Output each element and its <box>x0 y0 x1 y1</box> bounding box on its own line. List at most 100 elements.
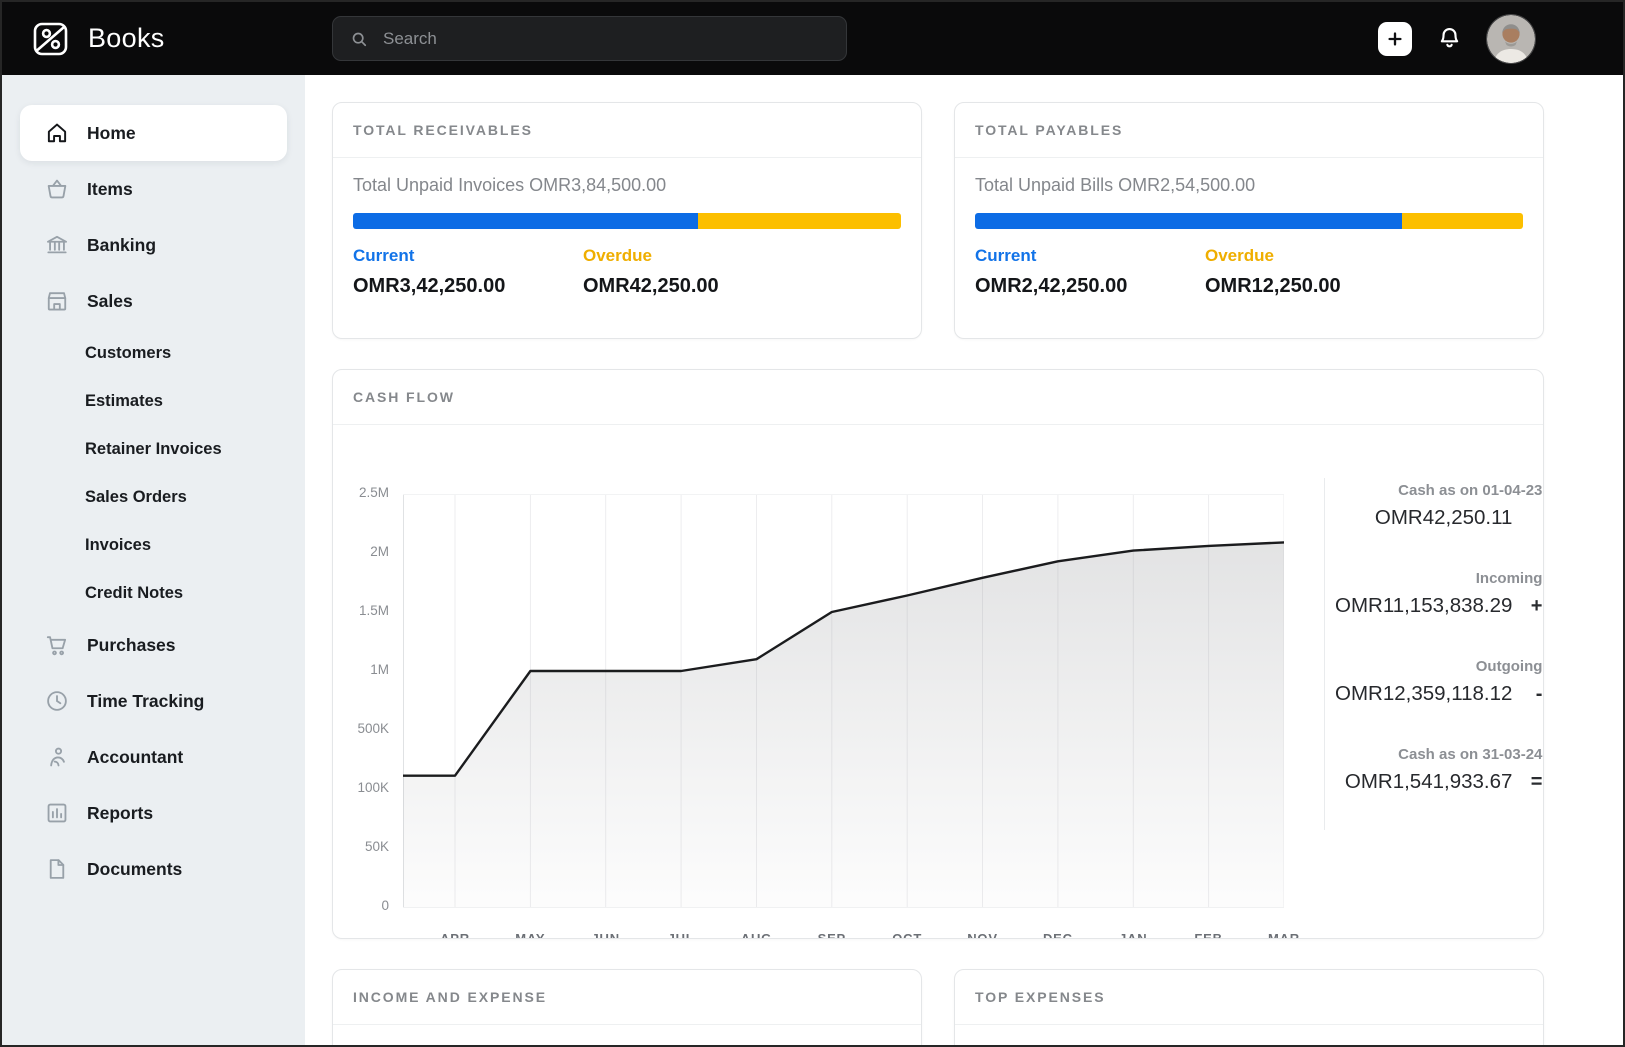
x-axis-month-label: FEB <box>1194 931 1223 939</box>
sidebar-item-retainer-invoices[interactable]: Retainer Invoices <box>20 425 287 473</box>
current-label: Current <box>353 246 415 265</box>
current-bar-segment <box>975 213 1403 229</box>
card-header: INCOME AND EXPENSE <box>333 970 921 1025</box>
payables-progress-bar <box>975 213 1523 229</box>
cart-icon <box>44 632 70 658</box>
sidebar-item-label: Sales <box>87 290 133 311</box>
sidebar-item-sales[interactable]: Sales <box>20 273 287 329</box>
summary-label: Cash as on 01-04-23 <box>1398 482 1543 499</box>
reports-icon <box>44 800 70 826</box>
sidebar-item-label: Credit Notes <box>85 583 184 602</box>
sidebar-item-label: Estimates <box>85 391 163 410</box>
sidebar-item-credit-notes[interactable]: Credit Notes <box>20 569 287 617</box>
sidebar-item-label: Sales Orders <box>85 487 187 506</box>
sidebar-item-label: Items <box>87 178 133 199</box>
user-avatar[interactable] <box>1487 14 1535 63</box>
summary-sign: - <box>1535 683 1543 705</box>
summary-value-row: OMR11,153,838.29 + <box>1335 594 1542 618</box>
sidebar-item-label: Invoices <box>85 535 152 554</box>
cashflow-title: CASH FLOW <box>353 389 455 405</box>
summary-sign: = <box>1530 771 1543 793</box>
sidebar-item-banking[interactable]: Banking <box>20 217 287 273</box>
x-axis-month-label: NOV <box>967 931 998 939</box>
sidebar-item-label: Home <box>87 122 136 143</box>
sidebar-item-documents[interactable]: Documents <box>20 841 287 897</box>
y-tick-label: 0 <box>381 898 389 913</box>
cashflow-summary-item: Outgoing OMR12,359,118.12- <box>1335 658 1542 706</box>
sidebar-item-home[interactable]: Home <box>20 105 287 161</box>
sidebar-nav: Home Items Banking Sales Customers Estimates R… <box>20 105 287 897</box>
card-header: TOTAL RECEIVABLES <box>333 103 921 158</box>
sidebar-item-label: Accountant <box>87 746 184 767</box>
sidebar-item-customers[interactable]: Customers <box>20 329 287 377</box>
sidebar-item-estimates[interactable]: Estimates <box>20 377 287 425</box>
payables-subtitle: Total Unpaid Bills OMR2,54,500.00 <box>975 175 1256 195</box>
search-box[interactable] <box>332 16 847 61</box>
sidebar-item-label: Reports <box>87 802 154 823</box>
cashflow-summary-item: Cash as on 31-03-24 OMR1,541,933.67 = <box>1345 746 1543 794</box>
cashflow-summary: Cash as on 01-04-23 OMR42,250.11 Incoming O… <box>1324 478 1543 830</box>
sidebar-item-label: Customers <box>85 343 172 362</box>
cashflow-chart-svg <box>401 494 1286 908</box>
y-tick-label: 2M <box>370 544 389 559</box>
x-axis-month-label: AUG <box>740 931 773 939</box>
search-icon <box>352 32 367 46</box>
topbar-actions <box>1378 14 1535 63</box>
overdue-amount: OMR12,250.00 <box>1205 275 1341 297</box>
overdue-label: Overdue <box>1205 246 1274 265</box>
summary-value: OMR1,541,933.67 <box>1344 770 1513 793</box>
overdue-bar-segment <box>1402 213 1523 229</box>
summary-cards-row: TOTAL RECEIVABLES Total Unpaid Invoices … <box>332 102 1544 339</box>
y-tick-label: 50K <box>364 839 389 854</box>
main-panel: TOTAL RECEIVABLES Total Unpaid Invoices … <box>305 75 1623 1045</box>
bottom-cards-row: INCOME AND EXPENSE TOP EXPENSES <box>332 969 1544 1045</box>
receivables-body: Total Unpaid Invoices OMR3,84,500.00 Cur… <box>333 158 921 315</box>
receivables-stats: Current OMR3,42,250.00 Overdue OMR42,250… <box>353 246 901 298</box>
sidebar-item-items[interactable]: Items <box>20 161 287 217</box>
y-tick-label: 1.5M <box>358 603 389 618</box>
top-expenses-card: TOP EXPENSES <box>954 969 1544 1045</box>
current-amount: OMR2,42,250.00 <box>975 275 1128 297</box>
x-axis-month-label: SEP <box>817 931 847 939</box>
clock-icon <box>44 688 70 714</box>
notifications-button[interactable] <box>1436 25 1463 52</box>
top-expenses-title: TOP EXPENSES <box>975 989 1106 1005</box>
books-logo-icon <box>30 18 72 60</box>
plus-icon <box>1388 31 1402 46</box>
brand[interactable]: Books <box>30 18 332 60</box>
cashflow-yticks: 0 50K 100K 500K 1M 1.5M 2M 2.5M <box>333 478 403 918</box>
current-stat: Current OMR3,42,250.00 <box>353 246 583 298</box>
search-input[interactable] <box>381 27 830 50</box>
overdue-stat: Overdue OMR42,250.00 <box>583 246 813 298</box>
sidebar-item-label: Banking <box>87 234 157 255</box>
x-axis-month-label: DEC <box>1042 931 1073 939</box>
app-title: Books <box>88 23 165 53</box>
sidebar-item-reports[interactable]: Reports <box>20 785 287 841</box>
sidebar-item-accountant[interactable]: Accountant <box>20 729 287 785</box>
overdue-label: Overdue <box>583 246 652 265</box>
accountant-icon <box>44 744 70 770</box>
income-expense-title: INCOME AND EXPENSE <box>353 989 547 1005</box>
y-tick-label: 500K <box>357 721 389 736</box>
sidebar-item-label: Retainer Invoices <box>85 439 222 458</box>
sidebar-item-purchases[interactable]: Purchases <box>20 617 287 673</box>
payables-stats: Current OMR2,42,250.00 Overdue OMR12,250… <box>975 246 1523 298</box>
document-icon <box>44 856 70 882</box>
summary-label: Outgoing <box>1475 658 1543 675</box>
sidebar-item-time-tracking[interactable]: Time Tracking <box>20 673 287 729</box>
summary-value: OMR12,359,118.12 <box>1335 682 1513 705</box>
sidebar: Home Items Banking Sales Customers Estimates R… <box>2 75 305 1045</box>
quick-add-button[interactable] <box>1378 21 1412 56</box>
sidebar-item-label: Purchases <box>87 634 176 655</box>
sidebar-item-sales-orders[interactable]: Sales Orders <box>20 473 287 521</box>
overdue-stat: Overdue OMR12,250.00 <box>1205 246 1435 298</box>
cashflow-summary-item: Cash as on 01-04-23 OMR42,250.11 <box>1375 482 1543 530</box>
sidebar-item-invoices[interactable]: Invoices <box>20 521 287 569</box>
current-amount: OMR3,42,250.00 <box>353 275 506 297</box>
summary-sign: + <box>1530 595 1543 617</box>
x-axis-month-label: JUN <box>591 931 620 939</box>
home-icon <box>44 120 70 146</box>
sidebar-item-label: Documents <box>87 858 183 879</box>
x-axis-month-label: JUL <box>667 931 695 939</box>
current-stat: Current OMR2,42,250.00 <box>975 246 1205 298</box>
